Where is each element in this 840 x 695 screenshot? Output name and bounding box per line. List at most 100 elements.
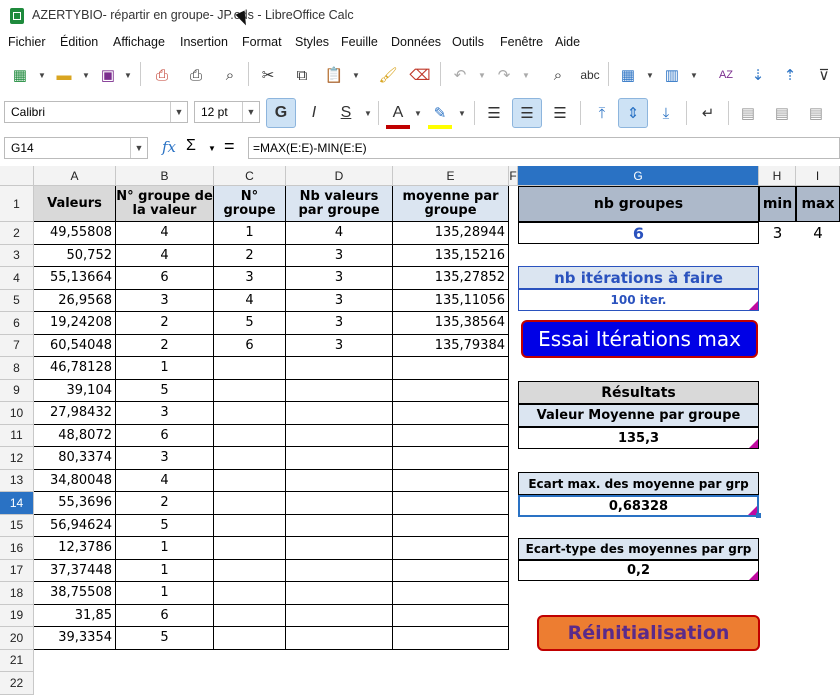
paste-icon[interactable]: 📋	[322, 63, 346, 87]
row-header[interactable]: 13	[0, 469, 34, 492]
table-cell[interactable]: 4	[286, 222, 393, 245]
table-cell[interactable]	[286, 604, 393, 627]
table-cell[interactable]	[214, 447, 286, 470]
chevron-down-icon[interactable]: ▼	[478, 71, 486, 80]
column-header-f[interactable]: F	[509, 166, 518, 186]
table-cell[interactable]: 5	[116, 514, 214, 537]
table-cell[interactable]	[393, 379, 509, 402]
bold-button[interactable]: G	[266, 98, 296, 128]
chevron-down-icon[interactable]: ▼	[38, 71, 46, 80]
align-middle-icon[interactable]: ⇕	[618, 98, 648, 128]
menu-outils[interactable]: Outils	[452, 35, 484, 49]
table-cell[interactable]	[214, 379, 286, 402]
table-cell[interactable]: 3	[286, 267, 393, 290]
sum-icon[interactable]: Σ	[186, 137, 196, 155]
menu-insertion[interactable]: Insertion	[180, 35, 228, 49]
table-cell[interactable]: 3	[116, 402, 214, 425]
table-cell[interactable]: 135,38564	[393, 312, 509, 335]
table-cell[interactable]	[393, 627, 509, 650]
chevron-down-icon[interactable]: ▼	[82, 71, 90, 80]
row-header[interactable]: 16	[0, 537, 34, 560]
table-cell[interactable]: 135,27852	[393, 267, 509, 290]
menu-donnees[interactable]: Données	[391, 35, 441, 49]
clear-formatting-icon[interactable]: ⌫	[408, 63, 432, 87]
row-header[interactable]: 22	[0, 672, 34, 695]
row-icon[interactable]: ▦	[616, 63, 640, 87]
font-size-combo[interactable]: 12 pt ▼	[194, 101, 260, 123]
chevron-down-icon[interactable]: ▼	[522, 71, 530, 80]
column-header-i[interactable]: I	[796, 166, 840, 186]
table-cell[interactable]	[214, 357, 286, 380]
menu-affichage[interactable]: Affichage	[113, 35, 165, 49]
table-cell[interactable]	[393, 357, 509, 380]
new-document-icon[interactable]: ▦	[8, 63, 32, 87]
table-cell[interactable]	[214, 402, 286, 425]
table-cell[interactable]: 38,75508	[34, 582, 116, 605]
chevron-down-icon[interactable]: ▼	[646, 71, 654, 80]
table-cell[interactable]: 4	[214, 289, 286, 312]
table-cell[interactable]	[286, 424, 393, 447]
table-cell[interactable]: 55,13664	[34, 267, 116, 290]
table-cell[interactable]: 135,79384	[393, 334, 509, 357]
fill-handle[interactable]	[756, 513, 761, 518]
table-cell[interactable]: 39,104	[34, 379, 116, 402]
chevron-down-icon[interactable]: ▼	[242, 102, 259, 122]
merge-center-icon[interactable]: ▤	[770, 101, 794, 125]
table-cell[interactable]: 5	[116, 379, 214, 402]
table-header-cell[interactable]: Nb valeurs par groupe	[286, 186, 393, 222]
table-cell[interactable]	[393, 402, 509, 425]
table-cell[interactable]	[393, 492, 509, 515]
row-header[interactable]: 15	[0, 514, 34, 537]
row-header[interactable]: 17	[0, 559, 34, 582]
menu-feuille[interactable]: Feuille	[341, 35, 378, 49]
row-header[interactable]: 18	[0, 582, 34, 605]
essai-iterations-max-button[interactable]: Essai Itérations max	[521, 320, 758, 358]
chevron-down-icon[interactable]: ▼	[458, 109, 466, 118]
table-cell[interactable]	[286, 447, 393, 470]
column-header-e[interactable]: E	[393, 166, 509, 186]
table-cell[interactable]: 31,85	[34, 604, 116, 627]
table-cell[interactable]: 39,3354	[34, 627, 116, 650]
table-cell[interactable]: 3	[286, 312, 393, 335]
table-cell[interactable]: 2	[214, 244, 286, 267]
row-header[interactable]: 2	[0, 222, 34, 245]
chevron-down-icon[interactable]: ▼	[364, 109, 372, 118]
wrap-text-icon[interactable]: ↵	[696, 101, 720, 125]
chevron-down-icon[interactable]: ▼	[414, 109, 422, 118]
row-header[interactable]: 6	[0, 312, 34, 335]
menu-styles[interactable]: Styles	[295, 35, 329, 49]
menu-aide[interactable]: Aide	[555, 35, 580, 49]
table-cell[interactable]	[286, 492, 393, 515]
align-bottom-icon[interactable]: ⤓	[654, 101, 678, 125]
table-cell[interactable]	[286, 379, 393, 402]
font-name-combo[interactable]: Calibri ▼	[4, 101, 188, 123]
autofilter-icon[interactable]: ⊽	[812, 63, 836, 87]
highlight-color-icon[interactable]: ✎	[428, 101, 452, 129]
row-header[interactable]: 4	[0, 267, 34, 290]
column-header-h[interactable]: H	[759, 166, 796, 186]
column-header-c[interactable]: C	[214, 166, 286, 186]
table-cell[interactable]: 1	[116, 582, 214, 605]
table-cell[interactable]: 2	[116, 492, 214, 515]
table-cell[interactable]: 48,8072	[34, 424, 116, 447]
table-cell[interactable]: 1	[116, 537, 214, 560]
table-cell[interactable]	[286, 357, 393, 380]
row-header[interactable]: 3	[0, 244, 34, 267]
copy-icon[interactable]: ⧉	[290, 63, 314, 87]
function-wizard-icon[interactable]: fx	[162, 138, 176, 156]
chevron-down-icon[interactable]: ▼	[208, 144, 216, 153]
sort-icon[interactable]: AZ	[714, 63, 738, 87]
font-color-icon[interactable]: A	[386, 101, 410, 129]
cut-icon[interactable]: ✂	[256, 63, 280, 87]
spelling-icon[interactable]: abc	[578, 63, 602, 87]
table-cell[interactable]	[214, 604, 286, 627]
table-header-cell[interactable]: Valeurs	[34, 186, 116, 222]
table-cell[interactable]	[214, 627, 286, 650]
align-top-icon[interactable]: ⤒	[590, 101, 614, 125]
table-cell[interactable]	[214, 537, 286, 560]
table-header-cell[interactable]: moyenne par groupe	[393, 186, 509, 222]
underline-button[interactable]: S	[334, 101, 358, 125]
row-header[interactable]: 11	[0, 424, 34, 447]
table-cell[interactable]: 46,78128	[34, 357, 116, 380]
table-cell[interactable]: 49,55808	[34, 222, 116, 245]
